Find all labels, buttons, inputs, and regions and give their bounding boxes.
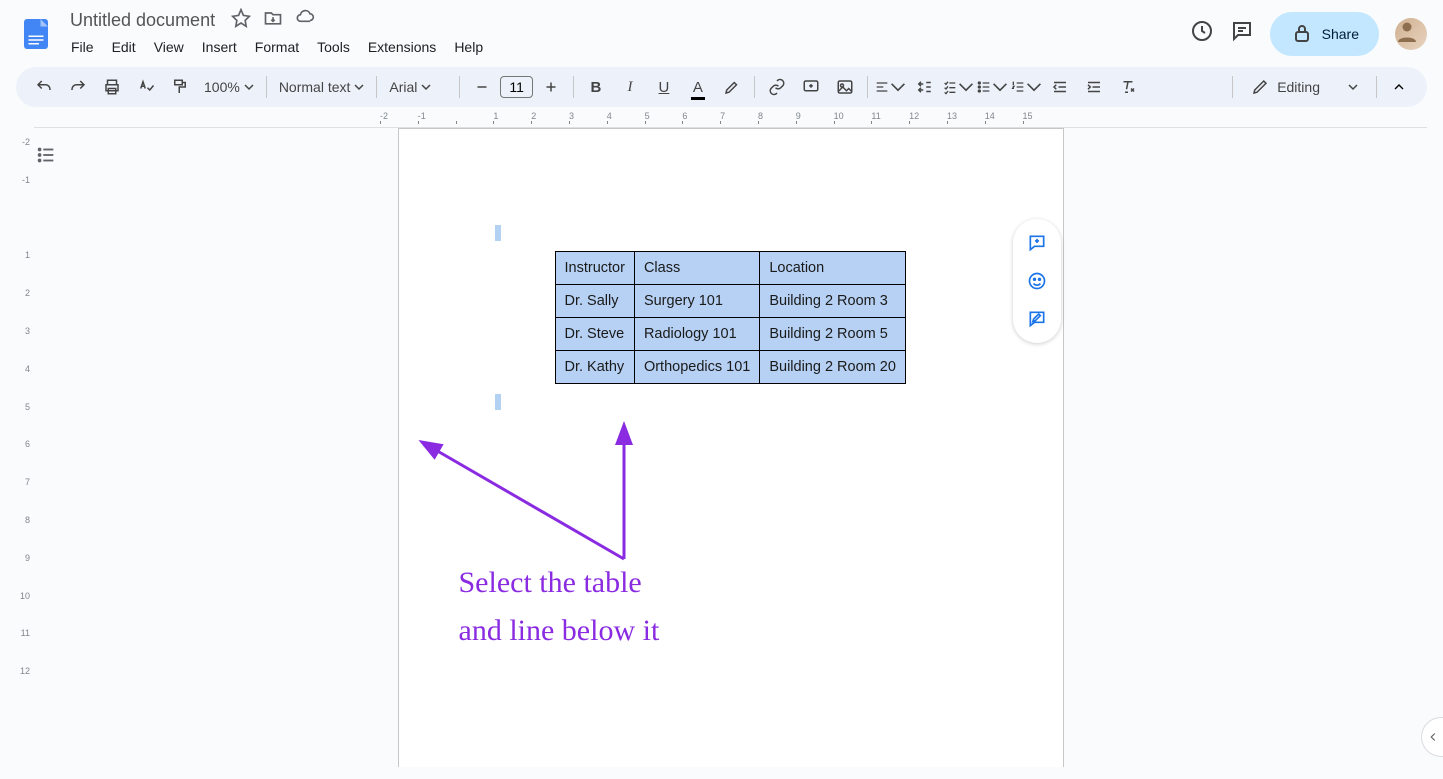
table-row: Dr. Steve Radiology 101 Building 2 Room … (555, 318, 905, 351)
font-size-input[interactable]: 11 (500, 76, 533, 98)
history-icon[interactable] (1190, 19, 1214, 48)
document-page[interactable]: Instructor Class Location Dr. Sally Surg… (398, 128, 1064, 767)
comments-icon[interactable] (1230, 19, 1254, 48)
menu-insert[interactable]: Insert (195, 35, 244, 59)
numbered-list-button[interactable] (1010, 71, 1042, 103)
font-select[interactable]: Arial (383, 75, 453, 99)
style-select[interactable]: Normal text (273, 75, 371, 99)
indent-button[interactable] (1078, 71, 1110, 103)
menu-edit[interactable]: Edit (105, 35, 143, 59)
font-size-increase[interactable] (535, 71, 567, 103)
menu-file[interactable]: File (64, 35, 101, 59)
menu-help[interactable]: Help (447, 35, 490, 59)
add-comment-side-button[interactable] (1019, 225, 1055, 261)
underline-button[interactable]: U (648, 71, 680, 103)
document-title[interactable]: Untitled document (64, 8, 221, 33)
move-icon[interactable] (263, 8, 283, 33)
table-row: Dr. Sally Surgery 101 Building 2 Room 3 (555, 285, 905, 318)
suggest-edits-button[interactable] (1019, 301, 1055, 337)
table-row: Dr. Kathy Orthopedics 101 Building 2 Roo… (555, 351, 905, 384)
highlight-button[interactable] (716, 71, 748, 103)
paint-format-button[interactable] (164, 71, 196, 103)
italic-button[interactable]: I (614, 71, 646, 103)
clear-format-button[interactable] (1112, 71, 1144, 103)
table-row: Instructor Class Location (555, 252, 905, 285)
collapse-toolbar-button[interactable] (1383, 71, 1415, 103)
print-button[interactable] (96, 71, 128, 103)
line-spacing-button[interactable] (908, 71, 940, 103)
toolbar: 100% Normal text Arial 11 B I U A Editin… (16, 67, 1427, 107)
side-actions (1013, 219, 1061, 343)
avatar[interactable] (1395, 18, 1427, 50)
selection-start-marker (495, 225, 501, 241)
font-size-decrease[interactable] (466, 71, 498, 103)
document-table[interactable]: Instructor Class Location Dr. Sally Surg… (555, 251, 906, 384)
spellcheck-button[interactable] (130, 71, 162, 103)
redo-button[interactable] (62, 71, 94, 103)
menu-tools[interactable]: Tools (310, 35, 357, 59)
undo-button[interactable] (28, 71, 60, 103)
star-icon[interactable] (231, 8, 251, 33)
vertical-ruler[interactable]: -2-1123456789101112 (16, 127, 34, 767)
share-label: Share (1322, 26, 1359, 42)
menu-view[interactable]: View (147, 35, 191, 59)
outdent-button[interactable] (1044, 71, 1076, 103)
checklist-button[interactable] (942, 71, 974, 103)
zoom-select[interactable]: 100% (198, 75, 260, 99)
insert-image-button[interactable] (829, 71, 861, 103)
bullet-list-button[interactable] (976, 71, 1008, 103)
selection-end-marker (495, 394, 501, 410)
cloud-icon[interactable] (295, 8, 315, 33)
link-button[interactable] (761, 71, 793, 103)
horizontal-ruler[interactable]: -2-1123456789101112131415 (16, 111, 1427, 127)
mode-select[interactable]: Editing (1239, 74, 1370, 100)
add-comment-button[interactable] (795, 71, 827, 103)
text-color-button[interactable]: A (682, 71, 714, 103)
menu-bar: File Edit View Insert Format Tools Exten… (64, 35, 1190, 59)
annotation-text: Select the table and line below it (459, 559, 660, 655)
align-button[interactable] (874, 71, 906, 103)
menu-extensions[interactable]: Extensions (361, 35, 443, 59)
bold-button[interactable]: B (580, 71, 612, 103)
docs-logo[interactable] (16, 14, 56, 54)
emoji-reaction-button[interactable] (1019, 263, 1055, 299)
menu-format[interactable]: Format (248, 35, 306, 59)
share-button[interactable]: Share (1270, 12, 1379, 56)
